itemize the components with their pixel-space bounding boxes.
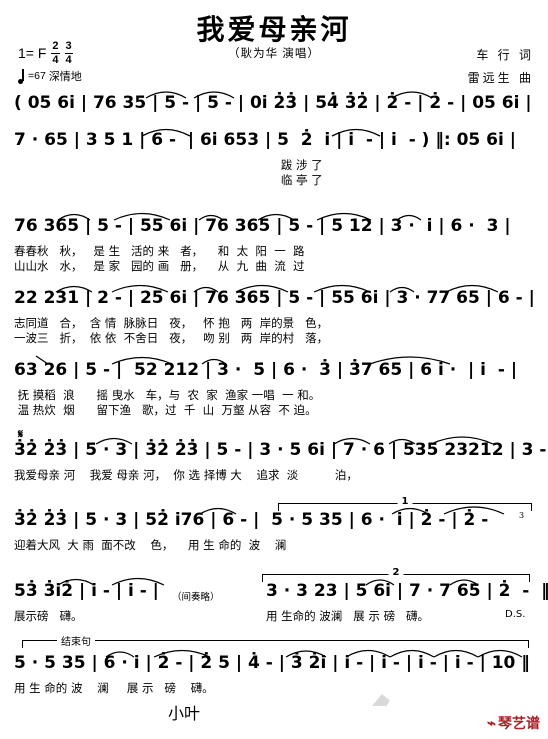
slur-group-4: [55, 284, 499, 293]
slur-group-7: [199, 506, 505, 515]
interlude-marking: （间奏略）: [172, 592, 220, 603]
music-system-3: 76 365 | 5 - | 55 6i | 76 365 | 5 - | 5 …: [14, 218, 534, 274]
lyric-line-8b: 用 生命的 波澜 展 示 磅 礴。: [266, 609, 430, 623]
lyric-line-7: 迎着大风 大 雨 面不改 色， 用 生 命的 波 澜: [14, 538, 287, 552]
key-tempo-block: 1= F 2 4 3 4 =67 深情地: [17, 39, 82, 84]
page-title: 我爱母亲河: [196, 13, 352, 46]
lyric-line-4a: 志同道 合， 含 情 脉脉日 夜， 怀 抱 两 岸的景 色，: [14, 316, 329, 330]
music-system-6: 3̇2̇ 2̇3̇ | 5 · 3 | 3̇2̇ 2̇3̇ | 5 - | 3 …: [14, 442, 546, 483]
slur-group-5: [35, 355, 451, 365]
music-system-8b: 3 · 3 23 | 5 6i | 7 · 7 65 | 2̇ - ‖ 用 生命…: [266, 583, 548, 624]
ds-marking: D.S.: [505, 609, 526, 620]
quarter-note-icon: [17, 69, 25, 84]
mood-marking: 深情地: [48, 70, 82, 83]
logo-text: 琴艺谱: [498, 716, 540, 732]
key-signature: 1= F: [18, 45, 47, 61]
music-system-7: 3̇2̇ 2̇3̇ | 5 · 3 | 52̇ i76 | 6 - | 5 · …: [14, 512, 534, 553]
credits-block: 车 行 词 雷远生 曲: [468, 44, 534, 90]
lyric-line-2a: 跋 涉 了: [14, 158, 323, 172]
slur-group-9: [105, 649, 523, 658]
tempo-marking: =67: [28, 70, 46, 82]
lyric-line-2b: 临 亭 了: [14, 173, 323, 187]
lyricist-credit: 车 行 词: [476, 48, 534, 62]
slur-group-3: [57, 212, 422, 221]
slur-group-1: [145, 91, 433, 99]
slur-group-2: [141, 128, 381, 137]
lyric-line-3b: 山山水 水， 是 家 园的 画 册， 从 九 曲 流 过: [14, 259, 305, 273]
composer-credit: 雷远生 曲: [467, 70, 534, 85]
lyric-line-5b: 温 热炊 烟 留下渔 歌，过 千 山 万壑 从容 不 迫。: [14, 403, 317, 417]
site-logo[interactable]: ⌁ 琴艺谱: [487, 713, 540, 733]
lyric-line-6: 我爱母亲 河 我爱 母亲 河， 你 选 择博 大 追求 淡 泊，: [14, 468, 358, 482]
music-system-2: 7 · 65 | 3 5 1 | 6 - | 6i 653 | 5 2̇ i |…: [14, 132, 534, 188]
time-signature-3-4: 3 4: [64, 39, 73, 66]
music-system-4: 22 231 | 2 - | 25 6i | 76 365 | 5 - | 55…: [14, 290, 535, 346]
music-system-9: 5 · 5 35 | 6 · i | 2̇ - | 2̇ 5 | 4̇ - | …: [14, 655, 534, 696]
logo-mark-icon: ⌁: [486, 714, 496, 732]
lyric-line-4b: 一波三 折， 依 依 不舍日 夜， 吻 别 两 岸的村 落，: [14, 331, 329, 345]
time-signature-2-4: 2 4: [51, 39, 60, 66]
lyric-line-5a: 抚 摸稻 浪 摇 曳水 车，与 农 家 渔家 一唱 一 和。: [14, 388, 321, 402]
slur-group-6: [95, 436, 494, 445]
slur-group-8: [57, 577, 479, 586]
author-note: 小叶: [168, 704, 201, 723]
music-system-5: 63 26 | 5 - | 52 212 | 3 · 5 | 6 · 3̇ | …: [14, 362, 534, 418]
lyric-line-9: 用 生 命的 波 澜 展 示 磅 礴。: [14, 681, 214, 695]
sheet-music-page: 我爱母亲河 （耿为华 演唱） 1= F 2 4 3 4 =67 深情地 车 行 …: [0, 0, 548, 739]
lyric-line-3a: 春春秋 秋， 是 生 活的 来 者， 和 太 阳 一 路: [14, 244, 305, 258]
singer-credit: （耿为华 演唱）: [228, 48, 320, 60]
